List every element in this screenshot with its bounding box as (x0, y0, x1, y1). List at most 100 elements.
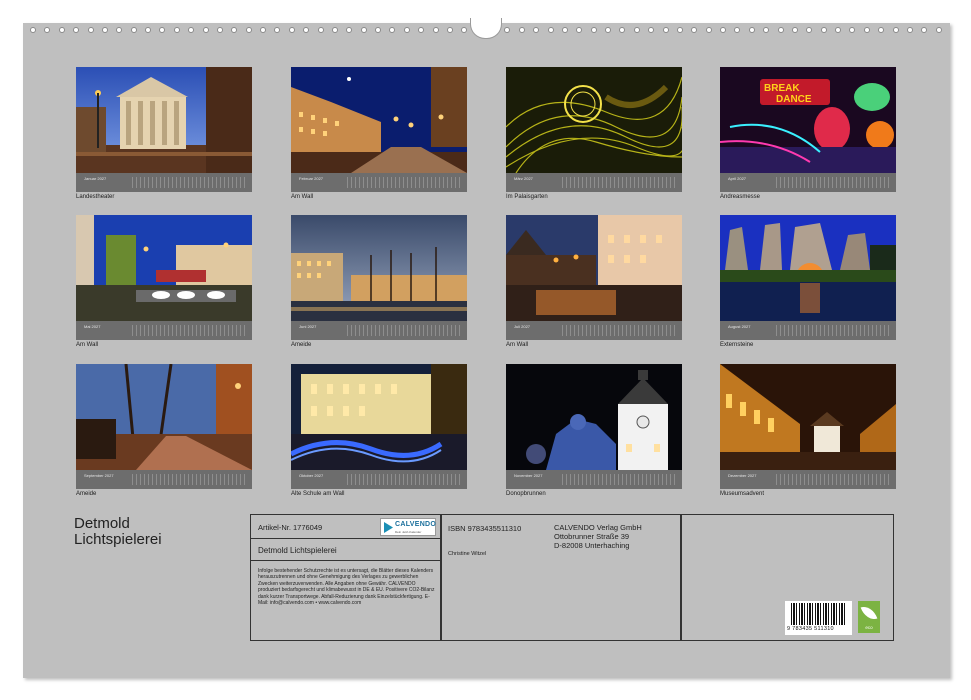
binding-ring (116, 27, 123, 33)
month-label: März 2027 (514, 176, 533, 181)
photo-caption: Am Wall (506, 342, 529, 348)
binding-ring (504, 27, 511, 33)
binding-ring (260, 27, 266, 33)
binding-ring (533, 27, 540, 33)
month-label: August 2027 (728, 324, 751, 329)
photo-caption: Ameide (291, 342, 312, 348)
divider (680, 515, 682, 640)
leaf-icon (860, 603, 878, 623)
photo-caption: Museumsadvent (720, 491, 765, 497)
month-tile-september: September 2027 Ameide (76, 364, 252, 497)
photo-caption: Andreasmesse (720, 194, 761, 200)
month-label: September 2027 (84, 473, 114, 478)
binding-ring (791, 27, 798, 33)
binding-ring (849, 27, 856, 33)
binding-ring (806, 27, 813, 33)
binding-ring (216, 27, 223, 33)
month-label: Februar 2027 (299, 176, 324, 181)
binding-ring (30, 27, 36, 33)
month-label: Juni 2027 (299, 324, 317, 329)
isbn: ISBN 9783435511310 (448, 524, 522, 533)
binding-ring (691, 27, 698, 33)
publisher-city: D-82008 Unterhaching (554, 541, 630, 550)
binding-ring (662, 27, 669, 33)
photo-am-wall-2 (76, 215, 252, 321)
binding-ring (648, 27, 655, 33)
binding-ring (44, 27, 51, 33)
calendar-strip: Juni 2027 (291, 321, 467, 340)
month-label: Juli 2027 (514, 324, 531, 329)
month-label: Mai 2027 (84, 324, 101, 329)
month-tile-july: Juli 2027 Am Wall (506, 215, 682, 348)
binding-ring (389, 27, 396, 33)
binding-ring (676, 27, 683, 33)
barcode-number: 9 783435 511310 (787, 626, 834, 632)
binding-ring (633, 27, 640, 33)
binding-ring (245, 27, 252, 33)
binding-ring (202, 27, 209, 33)
eco-label: eco (865, 625, 873, 630)
calendar-strip: Oktober 2027 (291, 470, 467, 489)
calendar-title: Detmold Lichtspielerei (74, 516, 162, 548)
binding-ring (288, 27, 295, 33)
binding-ring (418, 27, 425, 33)
binding-ring (547, 27, 554, 33)
calendar-strip: November 2027 (506, 470, 682, 489)
binding-ring (835, 27, 841, 33)
month-tile-november: November 2027 Donopbrunnen (506, 364, 682, 497)
photo-caption: Alte Schule am Wall (291, 491, 345, 497)
publisher-name: CALVENDO Verlag GmbH (554, 523, 642, 532)
month-tile-december: Dezember 2027 Museumsadvent (720, 364, 896, 497)
binding-ring (576, 27, 583, 33)
calendar-strip: März 2027 (506, 173, 682, 192)
isbn-barcode: 9 783435 511310 (785, 601, 852, 635)
month-tile-june: Juni 2027 Ameide (291, 215, 467, 348)
month-tile-august: August 2027 Externsteine (720, 215, 896, 348)
month-tile-october: Oktober 2027 Alte Schule am Wall (291, 364, 467, 497)
photo-caption: Landestheater (76, 194, 115, 200)
binding-ring (188, 27, 195, 33)
binding-ring (159, 27, 166, 33)
binding-ring (317, 27, 324, 33)
month-label: November 2027 (514, 473, 543, 478)
binding-ring (892, 27, 899, 33)
photo-andreasmesse: BREAK DANCE (720, 67, 896, 173)
month-tile-february: Februar 2027 Am Wall (291, 67, 467, 200)
binding-ring (518, 27, 525, 33)
calendar-strip: April 2027 (720, 173, 896, 192)
divider (440, 515, 442, 640)
author: Christine Witzel (448, 551, 487, 557)
binding-ring (73, 27, 80, 33)
photo-ameide-1 (291, 215, 467, 321)
binding-ring (130, 27, 137, 33)
photo-landestheater (76, 67, 252, 173)
binding-ring (87, 27, 94, 33)
photo-caption: Am Wall (291, 194, 314, 200)
binding-ring (921, 27, 928, 33)
photo-externsteine (720, 215, 896, 321)
calendar-strip: Januar 2027 (76, 173, 252, 192)
binding-ring (763, 27, 770, 33)
calendar-strip: Mai 2027 (76, 321, 252, 340)
binding-ring (878, 27, 885, 33)
photo-caption: Externsteine (720, 342, 754, 348)
calendar-strip: Juli 2027 (506, 321, 682, 340)
calendar-title-small: Detmold Lichtspielerei (258, 546, 337, 555)
publication-info-box: Artikel-Nr. 1776049 CALVENDO Dein Jetzt-… (250, 514, 894, 641)
photo-caption: Donopbrunnen (506, 491, 546, 497)
binding-ring (863, 27, 870, 33)
month-label: April 2027 (728, 176, 747, 181)
binding-ring (145, 27, 151, 33)
calendar-strip: Februar 2027 (291, 173, 467, 192)
binding-ring (734, 27, 741, 33)
binding-ring (748, 27, 755, 33)
photo-donopbrunnen (506, 364, 682, 470)
binding-ring (461, 27, 468, 33)
photo-alte-schule (291, 364, 467, 470)
photo-am-wall-3 (506, 215, 682, 321)
calendar-strip: September 2027 (76, 470, 252, 489)
photo-palaisgarten (506, 67, 682, 173)
publisher-street: Ottobrunner Straße 39 (554, 532, 630, 541)
binding-ring (906, 27, 913, 33)
binding-ring (403, 27, 410, 33)
